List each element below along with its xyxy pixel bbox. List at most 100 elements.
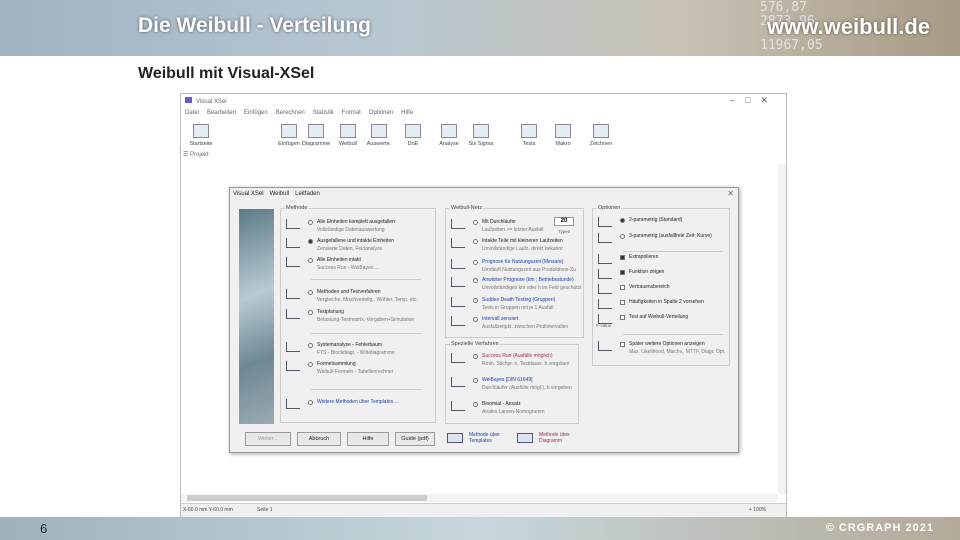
option-item[interactable]: Test auf Weibull-Verteilung: [598, 314, 726, 330]
method-icon: [598, 299, 612, 309]
option-item[interactable]: 2-parametrig (Standard): [598, 217, 726, 233]
checkbox[interactable]: [620, 255, 625, 260]
option-item[interactable]: Alle Einheiten komplett ausgefallen Volls…: [286, 219, 414, 235]
toolbar-tests[interactable]: Tests: [511, 124, 547, 147]
radio-button[interactable]: [473, 298, 478, 303]
startseite-icon: [193, 124, 209, 138]
checkbox[interactable]: [620, 270, 625, 275]
radio-button[interactable]: [308, 220, 313, 225]
option-item[interactable]: Später weitere Optionen anzeigen Max. Lik…: [598, 341, 726, 357]
toolbar-label: Makro: [555, 141, 571, 147]
dialog-menu-item[interactable]: Weibull: [270, 191, 290, 197]
toolbar-startseite[interactable]: Startseite: [183, 124, 219, 147]
checkbox[interactable]: [620, 300, 625, 305]
option-item[interactable]: Testplanung Belastung-Testmatrix, Vorgabe…: [286, 309, 414, 325]
toolbar-doe[interactable]: DoE: [395, 124, 431, 147]
toolbar-zeichnen[interactable]: Zeichnen: [583, 124, 619, 147]
option-item[interactable]: Alle Einheiten intakt Success Run - WeiBa…: [286, 257, 414, 273]
status-coords: X-60.0 mm Y-60.0 mm: [183, 507, 233, 513]
option-item[interactable]: Ausgefallene und intakte Einheiten Zensie…: [286, 238, 414, 254]
option-item[interactable]: Anwärter Prognose (km ; Betriebsstunde) U…: [451, 277, 582, 293]
weibull-icon: [340, 124, 356, 138]
separator: [311, 389, 421, 390]
group-label: Spezielle Verfahren: [450, 341, 500, 347]
radio-button[interactable]: [473, 260, 478, 265]
doe-icon: [405, 124, 421, 138]
option-item[interactable]: Funktion zeigen: [598, 269, 726, 285]
option-item[interactable]: Häufigkeiten in Spalte 2 vorsehen: [598, 299, 726, 315]
project-toggle[interactable]: ☰ Projekt: [183, 151, 209, 158]
toolbar-diagramme[interactable]: Diagramme: [298, 124, 334, 147]
option-item[interactable]: Sudden Death Testing (Gruppen) Tests in G…: [451, 297, 579, 313]
method-icon: [286, 257, 300, 267]
checkbox[interactable]: [620, 315, 625, 320]
radio-button[interactable]: [308, 290, 313, 295]
radio-button[interactable]: [473, 220, 478, 225]
horizontal-scrollbar[interactable]: [181, 494, 778, 502]
option-label: Systemanalyse - Fehlerbaum: [317, 342, 383, 348]
option-item[interactable]: Intakte Teile mit kleineren Laufzeiten Un…: [451, 238, 579, 254]
website-url: www.weibull.de: [767, 14, 930, 39]
option-label: Alle Einheiten intakt: [317, 257, 361, 263]
radio-button[interactable]: [473, 239, 478, 244]
radio-button[interactable]: [473, 278, 478, 283]
template-icon: [447, 433, 463, 443]
dialog-menu-item[interactable]: Visual XSel: [233, 191, 264, 197]
option-item[interactable]: Success Run (Ausfälle möglich) Rmin, Stic…: [451, 353, 579, 369]
radio-button[interactable]: [473, 354, 478, 359]
option-item[interactable]: 3-parametrig (ausfallfreie Zeit: Kurve): [598, 233, 726, 249]
option-item[interactable]: WeiBayes [DIN 61649] Durchläufer (Ausfäll…: [451, 377, 579, 393]
toolbar-analyse[interactable]: Analyse: [431, 124, 467, 147]
option-item[interactable]: Extrapolieren: [598, 254, 726, 270]
close-icon[interactable]: ✕: [727, 189, 734, 198]
option-item[interactable]: Systemanalyse - Fehlerbaum FTS - Blockdia…: [286, 342, 414, 358]
templates-link-text: Methode über Templates: [469, 432, 500, 444]
option-item[interactable]: Intervall zensiert Ausfallzeitpkt. zwisch…: [451, 316, 579, 332]
diagram-link[interactable]: Methode über Diagramm: [517, 432, 577, 444]
radio-button[interactable]: [620, 218, 625, 223]
checkbox[interactable]: [620, 342, 625, 347]
option-item[interactable]: Formelsammlung Weibull-Formeln - Tabellen…: [286, 361, 414, 377]
toolbar-auswerte[interactable]: Auswerte.: [361, 124, 397, 147]
hilfe-button[interactable]: Hilfe: [347, 432, 389, 446]
radio-button[interactable]: [473, 402, 478, 407]
radio-button[interactable]: [308, 258, 313, 263]
toolbar-sixsigma[interactable]: Six Sigma: [463, 124, 499, 147]
scroll-thumb[interactable]: [187, 495, 427, 501]
toolbar-makro[interactable]: Makro: [545, 124, 581, 147]
checkbox[interactable]: [620, 285, 625, 290]
option-item[interactable]: Binomial - Ansatz Anales Larsen-Nomogramm: [451, 401, 579, 417]
option-label: Success Run (Ausfälle möglich): [482, 353, 553, 359]
radio-button[interactable]: [308, 310, 313, 315]
templates-link[interactable]: Methode über Templates: [447, 432, 507, 444]
vertical-scrollbar[interactable]: [778, 164, 786, 494]
radio-button[interactable]: [620, 234, 625, 239]
radio-button[interactable]: [473, 317, 478, 322]
separator: [623, 334, 723, 335]
option-item[interactable]: Vertrauensbereich: [598, 284, 726, 300]
option-label: Intakte Teile mit kleineren Laufzeiten: [482, 238, 563, 244]
method-icon: [286, 399, 300, 409]
decorative-image: [239, 209, 274, 424]
option-description: Vollständige Datenauswertung: [317, 227, 385, 233]
radio-button[interactable]: [308, 400, 313, 405]
abbruch-button[interactable]: Abbruch: [297, 432, 341, 446]
radio-button[interactable]: [308, 239, 313, 244]
toolbar-label: Tests: [522, 141, 536, 147]
radio-button[interactable]: [308, 362, 313, 367]
radio-button[interactable]: [308, 343, 313, 348]
option-label: Sudden Death Testing (Gruppen): [482, 297, 556, 303]
dialog-menu-item[interactable]: Leitfaden: [295, 191, 320, 197]
option-item[interactable]: Prognose für Nutzungszeit (Minsare) Umrlä…: [451, 259, 579, 275]
weiter-button[interactable]: Weiter...: [245, 432, 291, 446]
method-icon: [286, 342, 300, 352]
guide-pdf-button[interactable]: Guide (pdf): [395, 432, 435, 446]
slide-subtitle: Weibull mit Visual-XSel: [138, 65, 315, 82]
option-description: Anales Larsen-Nomogramm: [482, 409, 545, 415]
method-icon: [598, 254, 612, 264]
option-item[interactable]: Methoden und Testverfahren Vergleiche, Mi…: [286, 289, 418, 305]
option-item[interactable]: Mit Durchläufer Laufzeiten >= letzter Aus…: [451, 219, 579, 235]
radio-button[interactable]: [473, 378, 478, 383]
zoom-level[interactable]: + 100%: [749, 507, 766, 513]
option-item[interactable]: Weitere Methoden über Templates ...: [286, 399, 414, 415]
